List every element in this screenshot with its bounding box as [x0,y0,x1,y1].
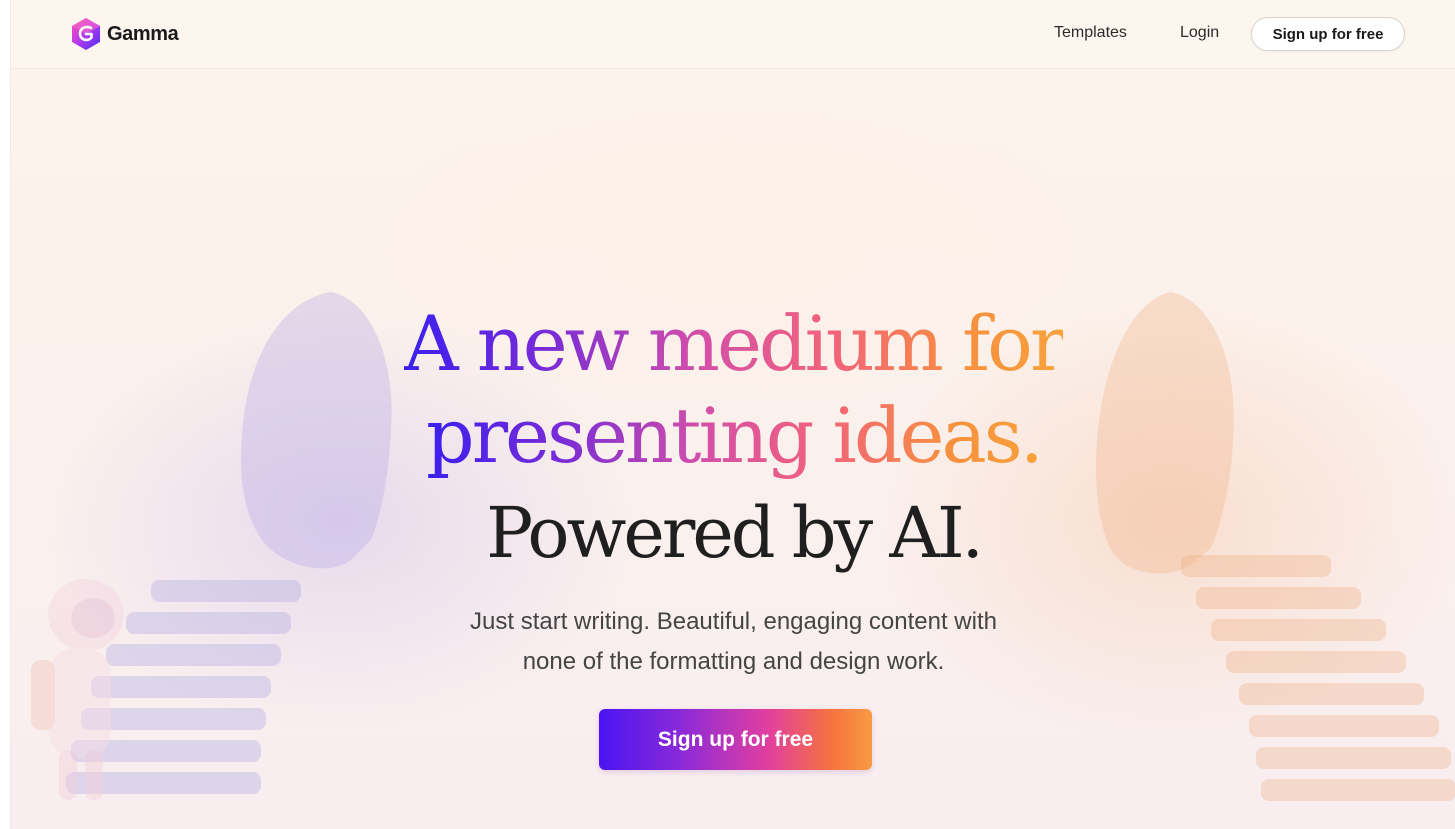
top-navigation-bar: Gamma Templates Login Sign up for free [11,0,1455,69]
hero-headline: A new medium for presenting ideas. [11,298,1455,482]
hero-headline-line-1: A new medium for [403,299,1067,388]
nav-link-templates[interactable]: Templates [1054,24,1127,42]
hero-signup-button[interactable]: Sign up for free [599,709,872,770]
gamma-logo-icon [72,18,100,50]
landing-page: Gamma Templates Login Sign up for free A… [10,0,1455,829]
hero-description-line-1: Just start writing. Beautiful, engaging … [470,608,997,635]
hero-description-line-2: none of the formatting and design work. [522,648,945,675]
hero-headline-line-2: presenting ideas. [426,391,1044,480]
nav-link-login[interactable]: Login [1180,24,1219,42]
brand-logo[interactable]: Gamma [71,17,179,51]
hero-description: Just start writing. Beautiful, engaging … [11,602,1455,682]
header-signup-button[interactable]: Sign up for free [1251,17,1405,51]
brand-name: Gamma [107,22,179,45]
hero-subheadline: Powered by AI. [486,492,984,574]
